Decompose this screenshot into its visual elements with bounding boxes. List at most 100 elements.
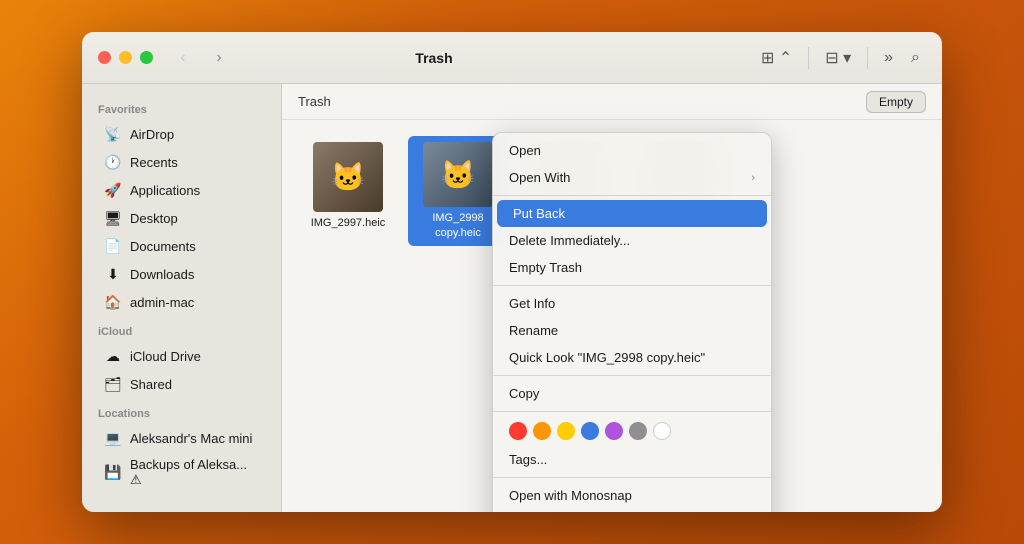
sidebar-item-desktop[interactable]: 🖥 Desktop [88,204,275,232]
cm-open-label: Open [509,143,541,158]
sidebar-label-downloads: Downloads [130,267,194,282]
applications-icon: 🚀 [104,181,122,199]
recents-icon: 🕐 [104,153,122,171]
cm-tags-label: Tags... [509,452,547,467]
toolbar-divider [808,47,809,69]
window-body: Favorites 📡 AirDrop 🕐 Recents 🚀 Applicat… [82,84,942,512]
sidebar-item-shared[interactable]: 🗂 Shared [88,370,275,398]
cm-copy-label: Copy [509,386,539,401]
cm-empty-trash[interactable]: Empty Trash [493,254,771,281]
cm-open-with-chevron: › [751,172,755,184]
traffic-lights [98,51,153,64]
close-button[interactable] [98,51,111,64]
cm-quick-look-label: Quick Look "IMG_2998 copy.heic" [509,350,705,365]
backups-icon: 💾 [104,464,122,482]
cm-delete-immediately[interactable]: Delete Immediately... [493,227,771,254]
cm-open-monosnap[interactable]: Open with Monosnap [493,482,771,509]
sidebar: Favorites 📡 AirDrop 🕐 Recents 🚀 Applicat… [82,84,282,512]
cm-quick-look[interactable]: Quick Look "IMG_2998 copy.heic" [493,344,771,371]
mac-mini-icon: 💻 [104,429,122,447]
cm-get-info[interactable]: Get Info [493,290,771,317]
shared-icon: 🗂 [104,375,122,393]
tag-yellow[interactable] [557,422,575,440]
sidebar-section-favorites: Favorites 📡 AirDrop 🕐 Recents 🚀 Applicat… [82,94,281,316]
view-grid-button[interactable]: ⊞ ⌃ [755,44,798,72]
tag-white[interactable] [653,422,671,440]
sidebar-label-mac-mini: Aleksandr's Mac mini [130,431,252,446]
cm-put-back-label: Put Back [513,206,565,221]
documents-icon: 📄 [104,237,122,255]
sidebar-item-mac-mini[interactable]: 💻 Aleksandr's Mac mini [88,424,275,452]
sidebar-label-recents: Recents [130,155,178,170]
maximize-button[interactable] [140,51,153,64]
locations-label: Locations [82,398,281,424]
icloud-label: iCloud [82,316,281,342]
sidebar-label-icloud-drive: iCloud Drive [130,349,201,364]
tag-orange[interactable] [533,422,551,440]
file-name-img2997: IMG_2997.heic [311,216,386,230]
tag-blue[interactable] [581,422,599,440]
downloads-icon: ⬇ [104,265,122,283]
airdrop-icon: 📡 [104,125,122,143]
toolbar-divider2 [867,47,868,69]
file-name-img2998copy: IMG_2998 copy.heic [414,211,502,240]
context-menu: Open Open With › Put Back Delete Immedia… [492,132,772,512]
cm-open-monosnap-label: Open with Monosnap [509,488,632,503]
cm-get-info-label: Get Info [509,296,555,311]
search-button[interactable]: ⌕ [905,45,926,71]
sidebar-label-shared: Shared [130,377,172,392]
minimize-button[interactable] [119,51,132,64]
more-button[interactable]: » [878,45,899,71]
sidebar-item-applications[interactable]: 🚀 Applications [88,176,275,204]
sidebar-item-documents[interactable]: 📄 Documents [88,232,275,260]
sidebar-label-desktop: Desktop [130,211,178,226]
forward-button[interactable]: › [205,47,233,69]
cm-open-with[interactable]: Open With › [493,164,771,191]
file-item-img2997[interactable]: IMG_2997.heic [298,136,398,246]
sidebar-label-applications: Applications [130,183,200,198]
window-title: Trash [241,50,627,66]
sidebar-label-airdrop: AirDrop [130,127,174,142]
cm-divider-2 [493,285,771,286]
cm-tags-row [493,416,771,446]
view-list-button[interactable]: ⊟ ▾ [819,44,857,72]
empty-button[interactable]: Empty [866,91,926,113]
desktop-icon: 🖥 [104,209,122,227]
toolbar-right: ⊞ ⌃ ⊟ ▾ » ⌕ [755,44,926,72]
breadcrumb-bar: Trash Empty [282,84,942,120]
file-thumb-img2997 [313,142,383,212]
sidebar-item-admin-mac[interactable]: 🏠 admin-mac [88,288,275,316]
tag-red[interactable] [509,422,527,440]
cm-rename[interactable]: Rename [493,317,771,344]
cm-delete-immediately-label: Delete Immediately... [509,233,630,248]
cm-divider-3 [493,375,771,376]
breadcrumb: Trash [298,94,331,109]
admin-mac-icon: 🏠 [104,293,122,311]
sidebar-section-icloud: iCloud ☁ iCloud Drive 🗂 Shared [82,316,281,398]
favorites-label: Favorites [82,94,281,120]
file-thumb-img2998copy [423,142,493,207]
back-button[interactable]: ‹ [169,47,197,69]
sidebar-item-airdrop[interactable]: 📡 AirDrop [88,120,275,148]
sidebar-section-locations: Locations 💻 Aleksandr's Mac mini 💾 Backu… [82,398,281,493]
cm-open[interactable]: Open [493,137,771,164]
cm-divider-5 [493,477,771,478]
cm-copy[interactable]: Copy [493,380,771,407]
sidebar-label-backups: Backups of Aleksa... ⚠ [130,457,259,488]
sidebar-item-backups[interactable]: 💾 Backups of Aleksa... ⚠ [88,452,275,493]
cm-divider-4 [493,411,771,412]
cm-put-back[interactable]: Put Back [497,200,767,227]
tag-gray[interactable] [629,422,647,440]
icloud-drive-icon: ☁ [104,347,122,365]
cm-set-desktop[interactable]: Set Desktop Picture [493,509,771,512]
sidebar-item-recents[interactable]: 🕐 Recents [88,148,275,176]
tag-purple[interactable] [605,422,623,440]
cm-divider-1 [493,195,771,196]
sidebar-label-documents: Documents [130,239,196,254]
sidebar-item-downloads[interactable]: ⬇ Downloads [88,260,275,288]
sidebar-item-icloud-drive[interactable]: ☁ iCloud Drive [88,342,275,370]
title-bar: ‹ › Trash ⊞ ⌃ ⊟ ▾ » ⌕ [82,32,942,84]
cm-tags[interactable]: Tags... [493,446,771,473]
sidebar-label-admin-mac: admin-mac [130,295,194,310]
cm-open-with-label: Open With [509,170,570,185]
